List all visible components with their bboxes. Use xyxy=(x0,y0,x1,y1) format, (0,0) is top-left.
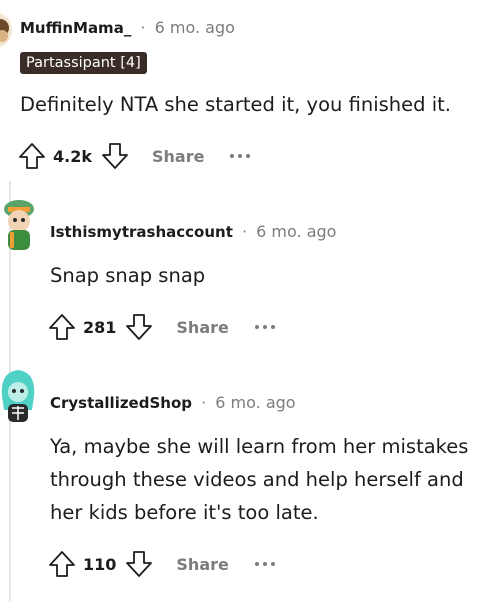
avatar-teal-hair-icon xyxy=(1,370,35,422)
comment-body-line: Ya, maybe she will learn from her mistak… xyxy=(50,435,469,458)
user-avatar[interactable] xyxy=(0,12,12,48)
comment-meta: CrystallizedShop · 6 mo. ago xyxy=(50,393,296,412)
share-button[interactable]: Share xyxy=(176,555,228,574)
comment-actions: 110 Share xyxy=(47,549,275,579)
meta-separator: · xyxy=(241,222,248,241)
share-button[interactable]: Share xyxy=(176,318,228,337)
downvote-arrow-icon[interactable] xyxy=(100,141,130,171)
upvote-arrow-icon[interactable] xyxy=(17,141,47,171)
more-options-icon[interactable] xyxy=(230,154,251,158)
timestamp[interactable]: 6 mo. ago xyxy=(215,393,295,412)
vote-score: 281 xyxy=(83,317,117,337)
username[interactable]: CrystallizedShop xyxy=(50,394,192,412)
upvote-arrow-icon[interactable] xyxy=(47,312,77,342)
downvote-arrow-icon[interactable] xyxy=(124,312,154,342)
downvote-arrow-icon[interactable] xyxy=(124,549,154,579)
timestamp[interactable]: 6 mo. ago xyxy=(256,222,336,241)
user-avatar[interactable] xyxy=(0,366,38,426)
user-flair: Partassipant [4] xyxy=(20,52,147,74)
comment-body-line: through these videos and help herself an… xyxy=(50,468,464,491)
comment-body: Definitely NTA she started it, you finis… xyxy=(20,93,451,116)
comment-body-line: her kids before it's too late. xyxy=(50,501,319,524)
comment-meta: MuffinMama_ · 6 mo. ago xyxy=(20,18,235,37)
comment-actions: 281 Share xyxy=(47,312,275,342)
username[interactable]: MuffinMama_ xyxy=(20,19,131,37)
vote-score: 4.2k xyxy=(53,146,92,166)
more-options-icon[interactable] xyxy=(254,562,275,566)
avatar-green-hat-icon xyxy=(4,200,34,250)
share-button[interactable]: Share xyxy=(152,147,204,166)
comment-meta: Isthismytrashaccount · 6 mo. ago xyxy=(50,222,336,241)
more-options-icon[interactable] xyxy=(254,325,275,329)
upvote-arrow-icon[interactable] xyxy=(47,549,77,579)
username[interactable]: Isthismytrashaccount xyxy=(50,223,233,241)
timestamp[interactable]: 6 mo. ago xyxy=(155,18,235,37)
comment-body: Snap snap snap xyxy=(50,264,206,287)
meta-separator: · xyxy=(140,18,146,37)
comment-actions: 4.2k Share xyxy=(17,141,251,171)
comment-body: Ya, maybe she will learn from her mistak… xyxy=(50,430,468,529)
vote-score: 110 xyxy=(83,554,117,574)
user-avatar[interactable] xyxy=(0,197,38,253)
meta-separator: · xyxy=(201,393,207,412)
avatar-muffin-icon xyxy=(0,13,12,47)
